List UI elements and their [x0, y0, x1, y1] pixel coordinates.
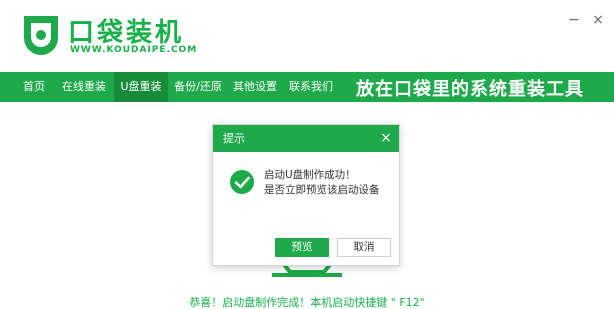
- app-url: WWW.KOUDAIPE.COM: [70, 45, 198, 55]
- app-slogan: 放在口袋里的系统重装工具: [356, 79, 584, 100]
- status-message: 恭喜！启动盘制作完成！本机启动快捷键 " F12": [189, 296, 425, 309]
- title-bar: 口袋装机 WWW.KOUDAIPE.COM − ×: [0, 0, 614, 72]
- minimize-icon[interactable]: −: [566, 12, 582, 28]
- nav-item-other-settings[interactable]: 其他设置: [228, 72, 282, 102]
- success-check-icon: [230, 170, 254, 194]
- dialog-header: 提示 ×: [213, 125, 399, 152]
- nav-item-usb-reinstall[interactable]: U盘重装: [114, 72, 168, 102]
- dialog-message-line2: 是否立即预览该启动设备: [264, 184, 380, 196]
- pocket-logo-icon: [24, 16, 58, 55]
- dialog-close-icon[interactable]: ×: [379, 130, 393, 146]
- close-icon[interactable]: ×: [590, 12, 606, 28]
- nav-item-home[interactable]: 首页: [14, 72, 54, 102]
- preview-button[interactable]: 预览: [275, 238, 329, 257]
- nav-item-contact-us[interactable]: 联系我们: [284, 72, 338, 102]
- tip-dialog: 提示 × 启动U盘制作成功！ 是否立即预览该启动设备 预览 取消: [212, 124, 400, 266]
- dialog-title: 提示: [223, 132, 245, 145]
- nav-item-online-reinstall[interactable]: 在线重装: [56, 72, 112, 102]
- dialog-message-line1: 启动U盘制作成功！: [264, 169, 356, 181]
- cancel-button[interactable]: 取消: [337, 238, 391, 257]
- app-brand: 口袋装机: [68, 18, 185, 48]
- nav-item-backup-restore[interactable]: 备份/还原: [170, 72, 226, 102]
